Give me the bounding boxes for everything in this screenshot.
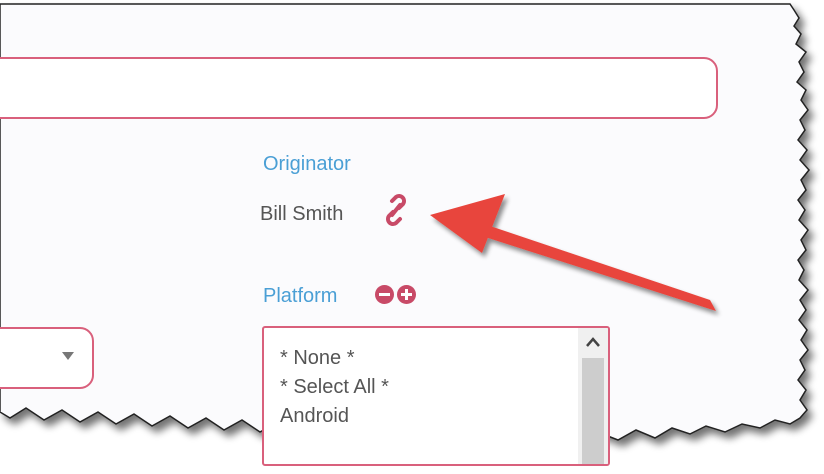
screenshot-stage: Originator Bill Smith Platform * None * … <box>0 0 824 474</box>
annotation-arrow <box>430 194 716 311</box>
